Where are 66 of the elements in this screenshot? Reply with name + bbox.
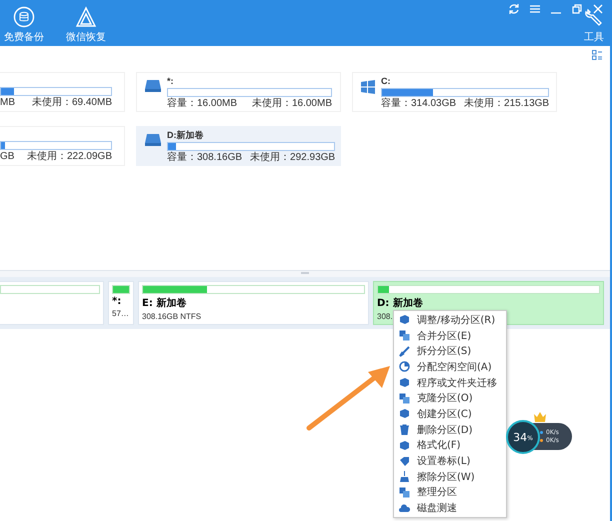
close-icon[interactable]	[592, 3, 604, 15]
grid-view-icon[interactable]	[592, 50, 602, 60]
partition-info: 308.	[377, 312, 393, 321]
cloud-icon	[399, 502, 410, 514]
copy-icon	[399, 330, 410, 342]
menu-item[interactable]: 删除分区(D)	[394, 422, 506, 438]
disk-card[interactable]: D:新加卷 容量：308.16GB 未使用：292.93GB	[136, 126, 341, 166]
partition-info: 308.16GB NTFS	[142, 312, 202, 321]
windows-icon	[361, 80, 375, 94]
menu-item[interactable]: 整理分区	[394, 484, 506, 500]
pie-chart-icon	[399, 361, 410, 372]
percent-text: 34	[513, 430, 528, 444]
capacity-text: 容量：314.03GB	[381, 98, 456, 110]
menu-item[interactable]: 磁盘测速	[394, 500, 506, 516]
copy-icon	[399, 486, 410, 498]
copy-icon	[399, 392, 410, 404]
menu-item[interactable]: 拆分分区(S)	[394, 343, 506, 360]
menu-item[interactable]: 创建分区(C)	[394, 406, 506, 422]
partition-name: D: 新加卷	[377, 296, 423, 310]
drive-name: D:新加卷	[167, 130, 204, 141]
menu-item[interactable]: 擦除分区(W)	[394, 468, 506, 485]
partition-bar	[112, 285, 130, 294]
crown-icon	[534, 412, 546, 422]
disk-card[interactable]: C: 容量：314.03GB 未使用：215.13GB	[352, 72, 557, 112]
splitter-handle[interactable]	[0, 270, 610, 277]
broom-icon	[399, 471, 410, 482]
tools-button[interactable]: 工具	[582, 8, 606, 46]
trash-icon	[399, 424, 410, 436]
menu-item[interactable]: 分配空闲空间(A)	[394, 359, 506, 375]
wrench-icon	[584, 8, 604, 28]
capacity-text: 容量：308.16GB	[167, 152, 242, 164]
unused-text: 未使用：222.09GB	[26, 151, 112, 163]
drive-name: *:	[167, 76, 174, 87]
menu-item[interactable]: 调整/移动分区(R)	[394, 312, 506, 328]
menu-item[interactable]: 程序或文件夹迁移	[394, 374, 506, 390]
disk-card[interactable]: MB 未使用：69.40MB	[0, 72, 125, 112]
unused-text: 未使用：215.13GB	[464, 98, 550, 110]
toolbar-button[interactable]: 微信恢复	[64, 6, 108, 46]
unused-text: 未使用：16.00MB	[252, 98, 332, 110]
disk-card[interactable]: GB 未使用：222.09GB	[0, 126, 125, 166]
menu-item[interactable]: 克隆分区(O)	[394, 390, 506, 406]
drive-name: C:	[381, 76, 392, 87]
toolbar-button[interactable]: 免费备份	[2, 6, 46, 46]
partition-name: *:	[112, 296, 122, 307]
tag-icon	[399, 456, 410, 467]
brush-icon	[399, 346, 410, 357]
menu-item[interactable]: 设置卷标(L)	[394, 453, 506, 469]
capacity-text: 容量：16.00MB	[167, 98, 238, 110]
menu-icon[interactable]	[529, 3, 541, 15]
restore-icon[interactable]	[571, 3, 583, 15]
database-icon	[13, 6, 35, 28]
triangle-icon	[75, 6, 97, 28]
drive-icon	[145, 134, 161, 146]
partition-block[interactable]: E: 新加卷 308.16GB NTFS	[138, 281, 369, 325]
menu-item[interactable]: 合并分区(E)	[394, 328, 506, 344]
drive-icon	[145, 80, 161, 92]
unused-text: 未使用：292.93GB	[250, 152, 336, 164]
partition-info: 57…	[112, 309, 129, 318]
capacity-text: GB	[0, 151, 14, 163]
menu-item[interactable]: 格式化(F)	[394, 438, 506, 454]
unused-text: 未使用：69.40MB	[32, 97, 112, 109]
refresh-icon[interactable]	[508, 3, 520, 15]
partition-block[interactable]: *: 57…	[108, 281, 134, 325]
capacity-text: MB	[0, 97, 15, 109]
disk-card[interactable]: *: 容量：16.00MB 未使用：16.00MB	[136, 72, 341, 112]
partition-name: E: 新加卷	[142, 296, 186, 310]
